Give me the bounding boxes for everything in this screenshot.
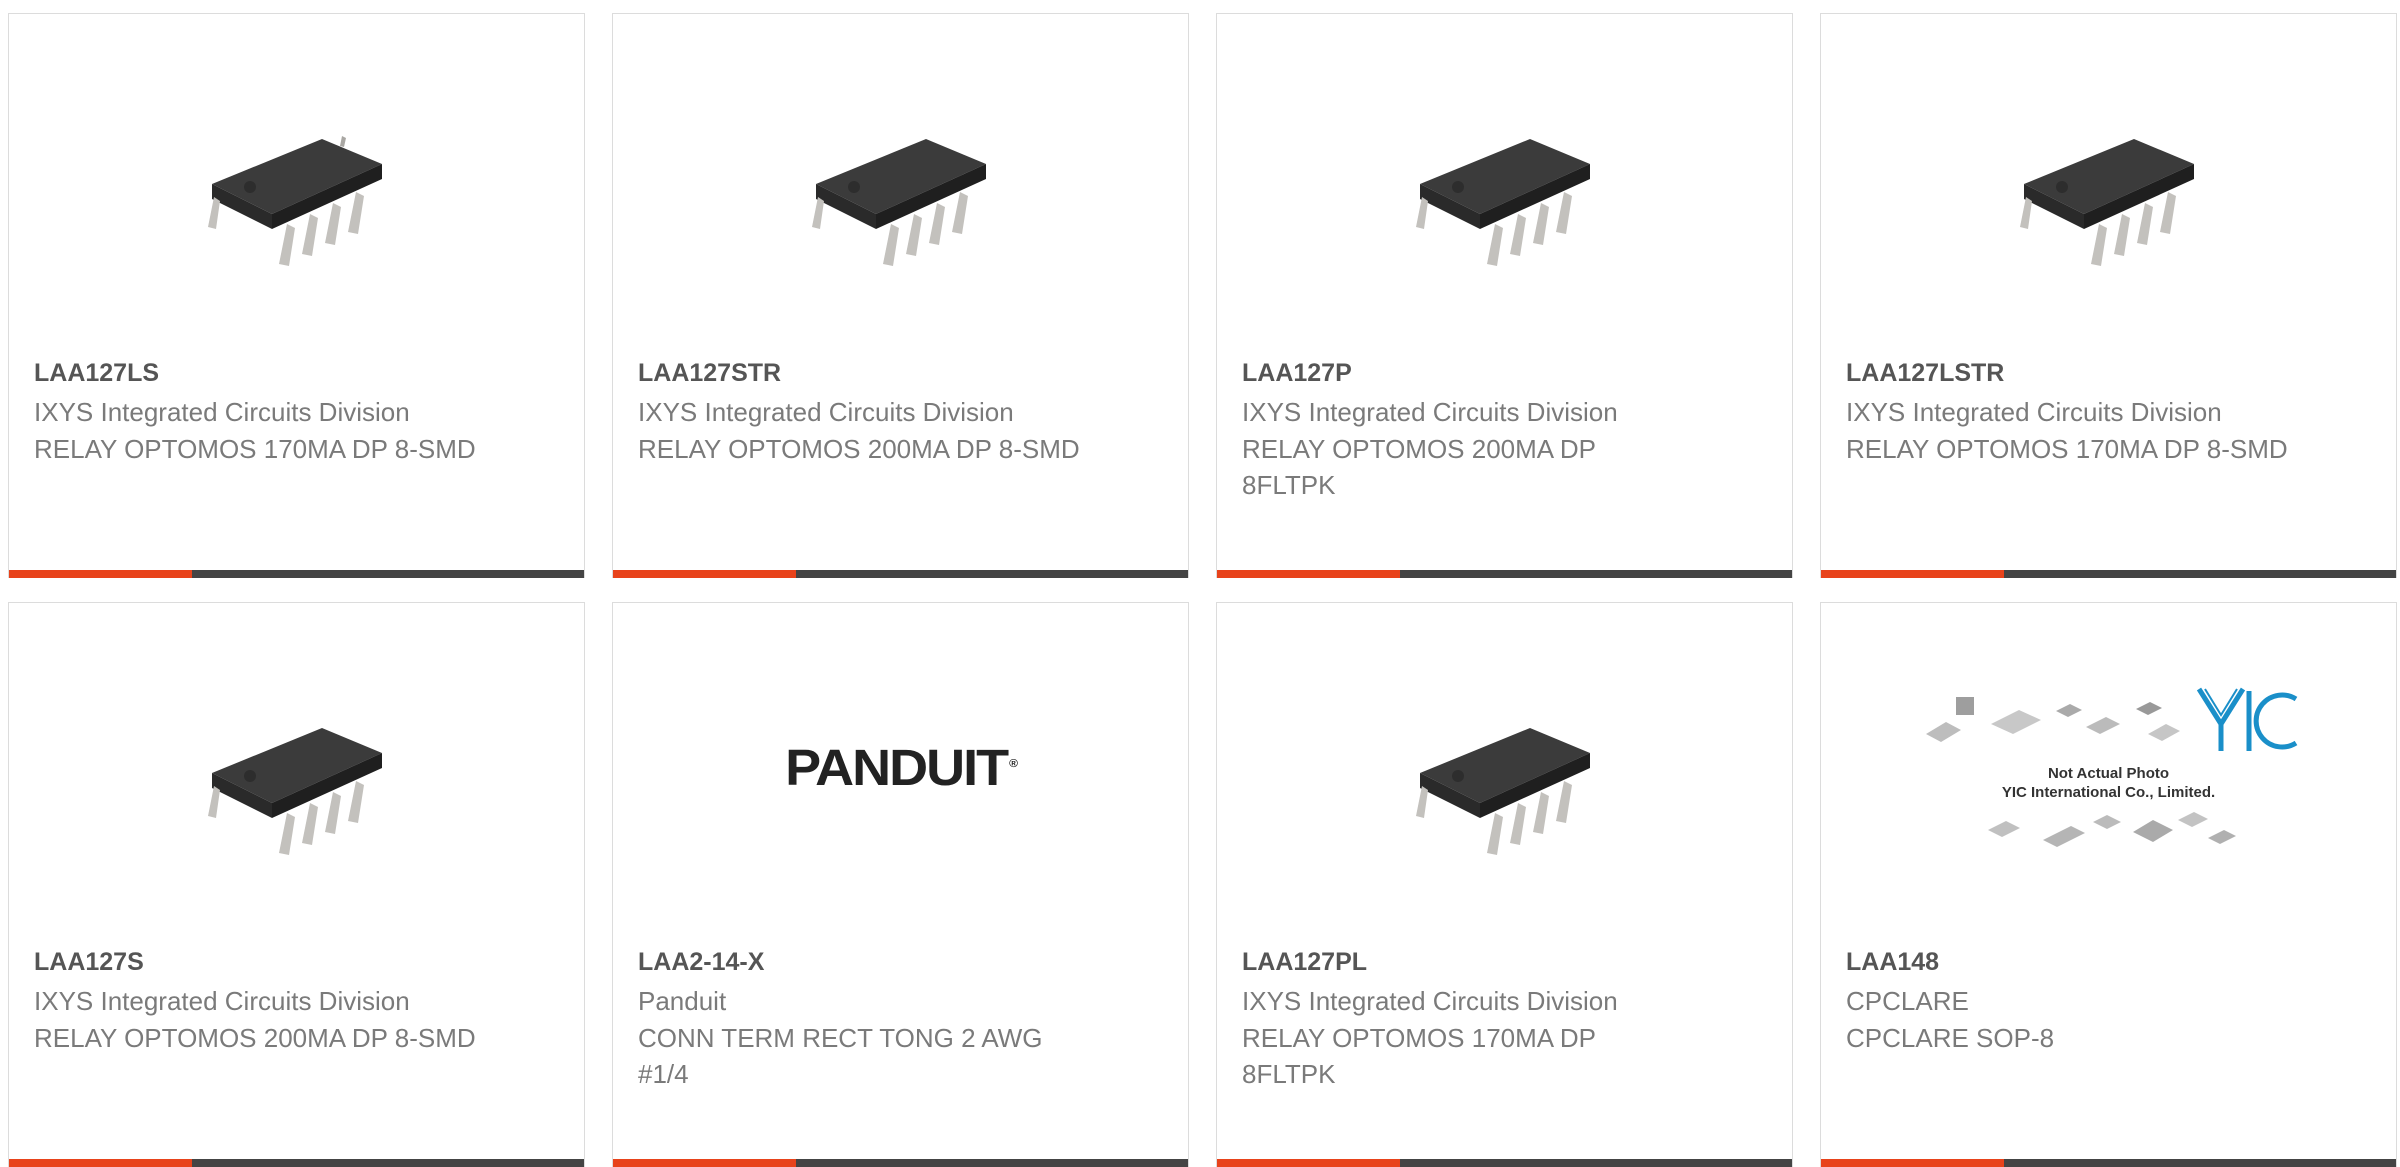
card-bar — [1217, 1159, 1792, 1167]
product-image[interactable] — [1217, 658, 1792, 878]
yic-logo-icon — [2196, 687, 2298, 751]
description: RELAY OPTOMOS 170MA DP 8-SMD — [34, 434, 476, 464]
card-bar — [613, 1159, 1188, 1167]
chip-icon — [207, 728, 382, 855]
card-bar-accent — [613, 1159, 796, 1167]
manufacturer: Panduit — [638, 986, 727, 1016]
product-card[interactable]: LAA127S IXYS Integrated Circuits Divisio… — [8, 602, 585, 1167]
part-number[interactable]: LAA2-14-X — [638, 947, 764, 977]
card-bar — [9, 570, 584, 578]
chip-packages-icon — [1988, 812, 2237, 847]
chip-icon — [2019, 139, 2194, 266]
product-image[interactable]: Not Actual Photo YIC International Co., … — [1821, 658, 2396, 878]
card-bar-accent — [1217, 570, 1400, 578]
description: CONN TERM RECT TONG 2 AWG #1/4 — [638, 1023, 1043, 1089]
description: CPCLARE SOP-8 — [1846, 1023, 2055, 1053]
description: RELAY OPTOMOS 200MA DP 8-SMD — [638, 434, 1080, 464]
manufacturer: IXYS Integrated Circuits Division — [1242, 397, 1618, 427]
manufacturer: IXYS Integrated Circuits Division — [34, 986, 410, 1016]
card-bar — [9, 1159, 584, 1167]
product-image[interactable] — [9, 69, 584, 289]
product-card[interactable]: LAA127LSTR IXYS Integrated Circuits Divi… — [1820, 13, 2397, 578]
card-bar — [613, 570, 1188, 578]
product-card[interactable]: LAA127STR IXYS Integrated Circuits Divis… — [612, 13, 1189, 578]
manufacturer: IXYS Integrated Circuits Division — [638, 397, 1014, 427]
card-bar-accent — [1821, 1159, 2004, 1167]
card-bar — [1821, 1159, 2396, 1167]
chip-icon — [207, 136, 382, 266]
product-image[interactable] — [1217, 69, 1792, 289]
panduit-logo-text: PANDUIT — [785, 739, 1009, 797]
chip-icon — [1415, 728, 1590, 855]
manufacturer: IXYS Integrated Circuits Division — [1242, 986, 1618, 1016]
manufacturer: IXYS Integrated Circuits Division — [1846, 397, 2222, 427]
product-image[interactable] — [9, 658, 584, 878]
card-bar-accent — [1821, 570, 2004, 578]
description: RELAY OPTOMOS 170MA DP 8-SMD — [1846, 434, 2288, 464]
yic-placeholder-image: Not Actual Photo YIC International Co., … — [1916, 679, 2300, 857]
product-grid: LAA127LS IXYS Integrated Circuits Divisi… — [0, 0, 2400, 1167]
card-bar — [1217, 570, 1792, 578]
manufacturer: IXYS Integrated Circuits Division — [34, 397, 410, 427]
product-card[interactable]: Not Actual Photo YIC International Co., … — [1820, 602, 2397, 1167]
card-bar-accent — [613, 570, 796, 578]
panduit-logo: PANDUIT ® — [785, 739, 1018, 797]
chip-icon — [811, 139, 986, 266]
product-image[interactable] — [613, 69, 1188, 289]
yic-caption-line2: YIC International Co., Limited. — [2001, 784, 2216, 801]
product-image[interactable]: PANDUIT ® — [613, 658, 1188, 878]
part-number[interactable]: LAA127P — [1242, 358, 1352, 388]
card-bar-accent — [9, 1159, 192, 1167]
product-image[interactable] — [1821, 69, 2396, 289]
part-number[interactable]: LAA127LS — [34, 358, 159, 388]
part-number[interactable]: LAA127STR — [638, 358, 781, 388]
description: RELAY OPTOMOS 200MA DP 8-SMD — [34, 1023, 476, 1053]
description: RELAY OPTOMOS 200MA DP 8FLTPK — [1242, 434, 1596, 500]
yic-caption-line1: Not Actual Photo — [2047, 765, 2170, 782]
card-bar-accent — [1217, 1159, 1400, 1167]
manufacturer: CPCLARE — [1846, 986, 1969, 1016]
card-bar — [1821, 570, 2396, 578]
product-card[interactable]: PANDUIT ® LAA2-14-X Panduit CONN TERM REC… — [612, 602, 1189, 1167]
part-number[interactable]: LAA127S — [34, 947, 144, 977]
product-card[interactable]: LAA127PL IXYS Integrated Circuits Divisi… — [1216, 602, 1793, 1167]
product-card[interactable]: LAA127P IXYS Integrated Circuits Divisio… — [1216, 13, 1793, 578]
part-number[interactable]: LAA127LSTR — [1846, 358, 2004, 388]
chip-packages-icon — [1926, 697, 2181, 742]
chip-icon — [1415, 139, 1590, 266]
product-card[interactable]: LAA127LS IXYS Integrated Circuits Divisi… — [8, 13, 585, 578]
part-number[interactable]: LAA127PL — [1242, 947, 1367, 977]
description: RELAY OPTOMOS 170MA DP 8FLTPK — [1242, 1023, 1596, 1089]
card-bar-accent — [9, 570, 192, 578]
part-number[interactable]: LAA148 — [1846, 947, 1939, 977]
